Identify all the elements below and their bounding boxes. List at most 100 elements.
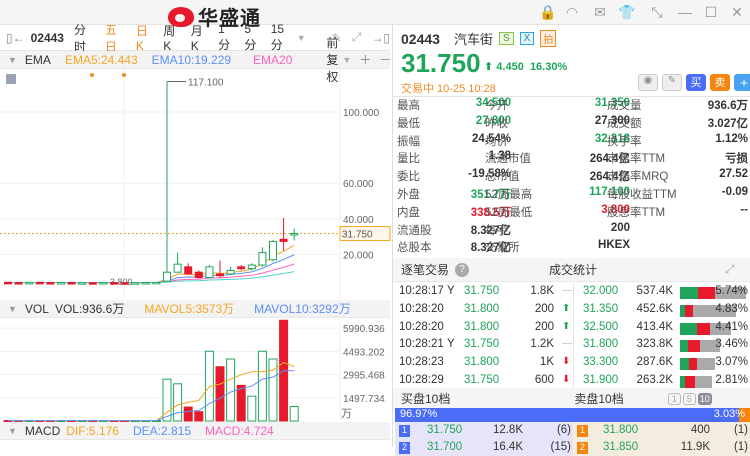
- stat-label: 流通市值: [485, 153, 531, 166]
- depth-10-button[interactable]: 10: [697, 392, 712, 405]
- badge-s[interactable]: S: [498, 32, 514, 45]
- candle-body: [194, 271, 203, 279]
- tab-monthly[interactable]: 月K: [191, 22, 208, 53]
- mavol5-value: MAVOL5:3573万: [144, 302, 235, 316]
- mail-icon[interactable]: ✉: [591, 4, 609, 20]
- candle-body: [226, 269, 235, 275]
- candle-body: [173, 263, 182, 273]
- lock-icon[interactable]: 🔒: [539, 4, 557, 20]
- event-marker-icon[interactable]: [90, 73, 94, 77]
- expand-icon[interactable]: ⤢: [725, 262, 735, 277]
- stat-price: 32.500: [583, 320, 619, 333]
- stat-value: -0.09: [721, 186, 748, 198]
- down-arrow-icon: ⬇: [562, 356, 571, 368]
- tab-intraday[interactable]: 分时: [74, 21, 95, 55]
- sell-button[interactable]: 卖: [710, 74, 730, 91]
- fullscreen-icon[interactable]: ⤢: [352, 30, 362, 45]
- close-icon[interactable]: ✕: [728, 4, 746, 20]
- add-watchlist-icon[interactable]: +: [734, 74, 750, 91]
- bid-row[interactable]: 2 31.700 16.4K (15): [395, 439, 573, 456]
- tab-1min[interactable]: 1分: [218, 22, 234, 53]
- ema5-value: EMA5:24.443: [64, 52, 138, 67]
- candle-body: [163, 271, 171, 282]
- level-orders: (1): [733, 441, 748, 453]
- stat-label: 振幅: [397, 135, 420, 148]
- vol-dropdown-icon[interactable]: ▼: [8, 304, 17, 314]
- candle-body: [25, 281, 34, 285]
- badge-auction[interactable]: 拍: [540, 30, 557, 47]
- alert-bell-icon[interactable]: ◉: [638, 74, 658, 91]
- toolbar-code: 02443: [30, 30, 64, 45]
- level-volume: 400: [690, 424, 710, 436]
- badge-x[interactable]: X: [519, 32, 535, 45]
- ask-pct: 3.03%: [713, 408, 745, 420]
- quote-header: 02443 汽车街 S X 拍: [401, 29, 557, 48]
- stat-label: 委比: [397, 171, 420, 184]
- buy-share: [680, 358, 690, 371]
- panel-divider: [392, 25, 393, 447]
- stat-label: 换手率: [607, 135, 642, 148]
- ticks-title: 逐笔交易: [401, 263, 450, 277]
- event-marker-icon[interactable]: [122, 73, 126, 77]
- depth-1-button[interactable]: 1: [667, 392, 681, 405]
- ema-dropdown-icon[interactable]: ▼: [8, 55, 17, 65]
- level-orders: (6): [556, 424, 571, 436]
- level-volume: 16.4K: [492, 441, 523, 453]
- headset-icon[interactable]: ◠: [563, 4, 581, 20]
- candle-body: [279, 238, 288, 242]
- adjust-chevron-icon[interactable]: ▼: [342, 55, 351, 65]
- tick-volume: 1.8K: [530, 285, 554, 297]
- level-price: 31.700: [427, 441, 463, 453]
- note-icon[interactable]: ✎: [662, 74, 682, 91]
- stat-label: 52周最低: [485, 206, 533, 219]
- ema-long-line: [7, 271, 295, 284]
- sell-share: [698, 287, 715, 299]
- collapse-right-icon[interactable]: →▯: [371, 31, 390, 45]
- stat-price: 31.900: [583, 374, 619, 386]
- bid-ratio-fill: [395, 408, 740, 422]
- remove-indicator-icon[interactable]: －: [379, 51, 391, 68]
- tab-15min[interactable]: 15分: [271, 22, 293, 53]
- tab-5min[interactable]: 5分: [244, 22, 260, 53]
- macd-value: MACD:4.724: [205, 423, 274, 438]
- level-orders: (1): [733, 424, 748, 436]
- tick-time: 10:28:20: [399, 320, 444, 333]
- volume-bar: [173, 383, 183, 422]
- shirt-icon[interactable]: 👕: [618, 4, 636, 20]
- help-icon[interactable]: ?: [455, 262, 470, 277]
- macd-label: MACD: [24, 423, 61, 438]
- tick-flag: Y: [447, 285, 455, 297]
- macd-dropdown-icon[interactable]: ▼: [8, 426, 17, 436]
- trades-header: 逐笔交易 ? 成交统计 ⤢: [393, 258, 750, 282]
- collapse-chart-icon[interactable]: [6, 74, 16, 84]
- tick-time: 10:28:17: [399, 285, 444, 297]
- buy-button[interactable]: 买: [686, 74, 706, 91]
- period-dropdown-icon[interactable]: ▼: [297, 33, 306, 43]
- ema20-value: EMA20: [253, 52, 293, 67]
- price-chart[interactable]: 117.100100.00060.00040.00020.00031.7503.…: [0, 69, 392, 300]
- stat-price: 31.800: [583, 338, 619, 351]
- candle-body: [120, 282, 129, 285]
- collapse-left-icon[interactable]: ▯←: [6, 31, 25, 45]
- stat-label: 成交量: [607, 100, 642, 112]
- add-indicator-icon[interactable]: ＋: [359, 51, 371, 68]
- ask-row[interactable]: 1 31.800 400 (1): [573, 422, 750, 439]
- depth-5-button[interactable]: 5: [682, 392, 696, 405]
- ask-row[interactable]: 2 31.850 11.9K (1): [573, 439, 750, 456]
- tab-5day[interactable]: 五日: [105, 21, 126, 55]
- up-arrow-icon: ⬆: [562, 302, 571, 314]
- maximize-icon[interactable]: ☐: [702, 4, 720, 20]
- stat-label: 总股本: [397, 242, 432, 255]
- candle-body: [57, 282, 65, 285]
- tick-price: 31.800: [464, 356, 500, 369]
- tab-weekly[interactable]: 周K: [163, 22, 180, 53]
- shrink-icon[interactable]: ⤡: [648, 4, 666, 20]
- level-price: 31.750: [427, 424, 463, 436]
- volume-chart[interactable]: 5990.936 4493.202 2995.468 1497.734: [0, 318, 392, 422]
- bid-row[interactable]: 1 31.750 12.8K (6): [395, 422, 573, 439]
- tab-daily[interactable]: 日K: [136, 22, 153, 53]
- price-axis-label: 100.000: [343, 108, 380, 119]
- vol-axis-label: 4493.202: [343, 347, 385, 358]
- stat-pct: 3.07%: [715, 356, 748, 369]
- minimize-icon[interactable]: —: [676, 4, 694, 20]
